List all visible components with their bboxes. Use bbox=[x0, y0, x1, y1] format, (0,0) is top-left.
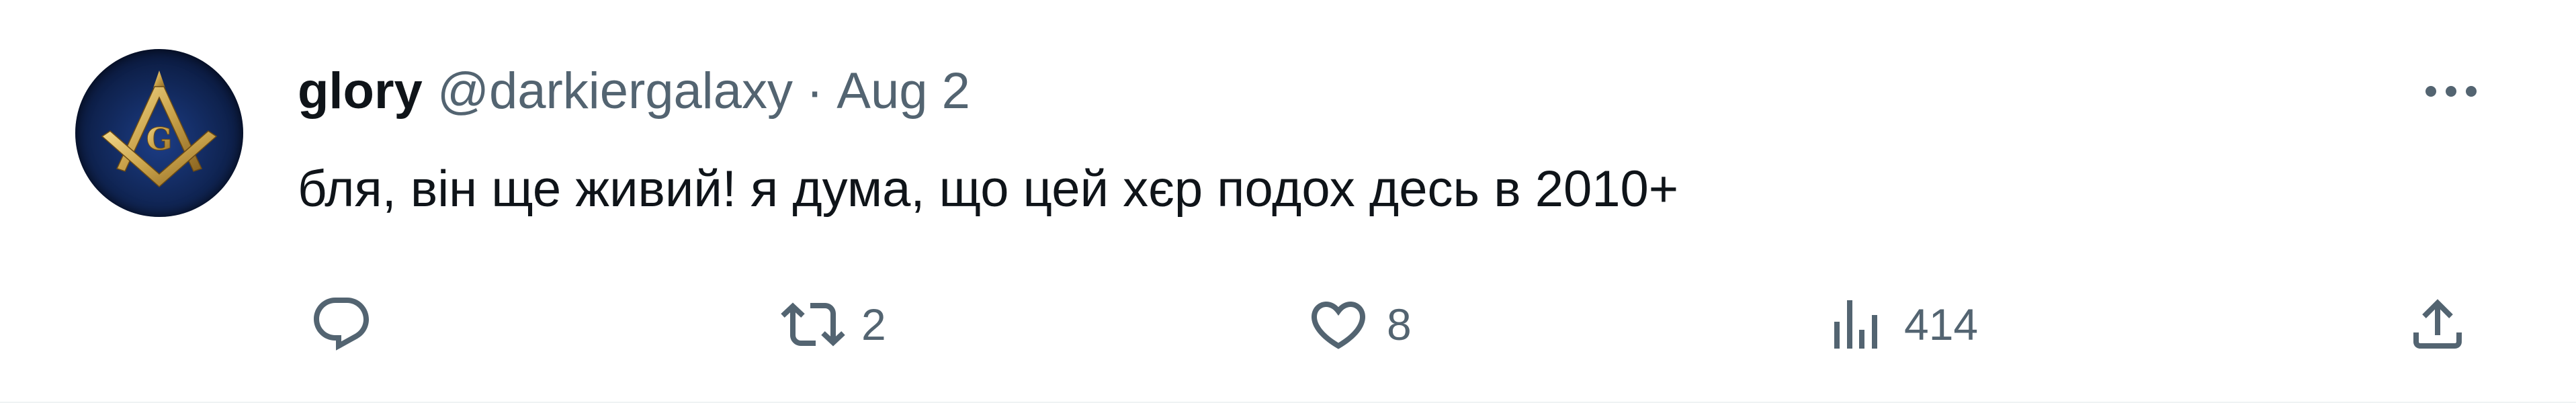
tweet-header: glory @darkiergalaxy · Aug 2 bbox=[298, 60, 970, 121]
more-horizontal-icon bbox=[2425, 86, 2477, 97]
views-button[interactable]: 414 bbox=[1822, 287, 1978, 361]
avatar[interactable]: G bbox=[75, 49, 243, 217]
views-count: 414 bbox=[1904, 300, 1979, 349]
views-bar-chart-icon bbox=[1822, 291, 1889, 358]
share-icon bbox=[2404, 291, 2471, 358]
masonic-square-compass-icon: G bbox=[101, 71, 218, 188]
share-button[interactable] bbox=[2404, 287, 2471, 361]
svg-text:G: G bbox=[146, 121, 172, 157]
like-button[interactable]: 8 bbox=[1305, 287, 1412, 361]
more-options-button[interactable] bbox=[2411, 64, 2491, 118]
header-separator: · bbox=[806, 62, 824, 120]
reply-icon bbox=[308, 291, 375, 358]
author-handle[interactable]: @darkiergalaxy bbox=[437, 62, 793, 120]
retweet-count: 2 bbox=[861, 300, 886, 349]
retweet-icon bbox=[779, 291, 847, 358]
like-count: 8 bbox=[1387, 300, 1412, 349]
tweet-date[interactable]: Aug 2 bbox=[836, 62, 970, 120]
reply-button[interactable] bbox=[308, 287, 375, 361]
tweet-text: бля, він ще живий! я дума, що цей хєр по… bbox=[298, 161, 1679, 218]
retweet-button[interactable]: 2 bbox=[779, 287, 886, 361]
tweet[interactable]: G glory @darkiergalaxy · Aug 2 бля, він … bbox=[0, 0, 2576, 403]
heart-icon bbox=[1305, 291, 1372, 358]
author-display-name[interactable]: glory bbox=[298, 62, 423, 120]
